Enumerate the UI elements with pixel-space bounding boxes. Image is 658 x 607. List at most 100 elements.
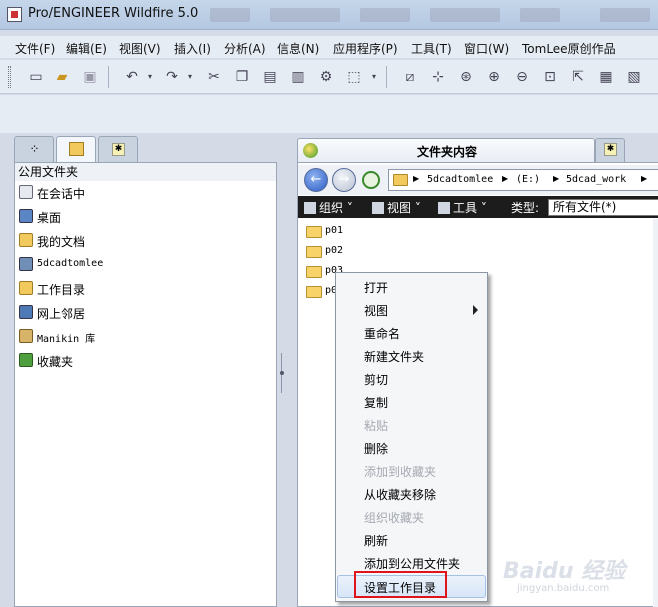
- chevron-right-icon[interactable]: ▶: [641, 174, 647, 183]
- chevron-down-icon[interactable]: ▾: [366, 69, 382, 85]
- network-icon: [19, 305, 33, 319]
- favorites-icon: [19, 353, 33, 367]
- organize-icon: [304, 202, 316, 214]
- datum-icon[interactable]: ⊹: [430, 69, 446, 85]
- undo-icon[interactable]: ↶: [124, 69, 140, 85]
- zoom-out-icon[interactable]: ⊖: [514, 69, 530, 85]
- menu-tools[interactable]: 工具(T): [411, 40, 452, 57]
- refit-icon[interactable]: ⊡: [542, 69, 558, 85]
- toolbar-band: [0, 95, 658, 133]
- menu-bar: 文件(F) 编辑(E) 视图(V) 插入(I) 分析(A) 信息(N) 应用程序…: [0, 36, 658, 58]
- regenerate-icon[interactable]: ⚙: [318, 69, 334, 85]
- tab-model-tree[interactable]: ⁘: [14, 136, 54, 162]
- menu-item-label: 删除: [364, 442, 389, 456]
- paste-icon[interactable]: ▤: [262, 69, 278, 85]
- tree-item-label: 工作目录: [37, 283, 86, 297]
- menu-item-copy[interactable]: 复制: [337, 390, 486, 413]
- submenu-arrow-icon: [473, 305, 478, 315]
- navigator-panel: ⁘ ✱ 公用文件夹 在会话中 桌面 我的文档 5dcadtomlee 工作目录 …: [0, 133, 277, 607]
- refresh-icon[interactable]: [362, 171, 380, 189]
- menu-item-new-folder[interactable]: 新建文件夹: [337, 344, 486, 367]
- blurred-area: [600, 8, 650, 22]
- menu-file[interactable]: 文件(F): [15, 40, 55, 57]
- folder-tree: 公用文件夹 在会话中 桌面 我的文档 5dcadtomlee 工作目录 网上邻居…: [14, 162, 277, 607]
- cut-icon[interactable]: ✂: [206, 69, 222, 85]
- tree-item-label: 我的文档: [37, 235, 86, 249]
- chevron-right-icon[interactable]: ▶: [502, 174, 508, 183]
- address-field[interactable]: ▶ 5dcadtomlee ▶ (E:) ▶ 5dcad_work ▶: [388, 169, 658, 191]
- arrow-right-icon: →: [338, 172, 350, 187]
- view-menu[interactable]: 视图 ˅: [372, 199, 421, 216]
- blurred-area: [270, 8, 340, 22]
- proe-app-icon: [7, 7, 22, 22]
- breadcrumb-computer[interactable]: 5dcadtomlee: [427, 174, 493, 185]
- menu-applications[interactable]: 应用程序(P): [333, 40, 398, 57]
- spin-icon[interactable]: ⊛: [458, 69, 474, 85]
- menu-view[interactable]: 视图(V): [119, 40, 161, 57]
- context-menu: 打开 视图 重命名 新建文件夹 剪切 复制 粘贴 删除 添加到收藏夹 从收藏夹移…: [335, 272, 488, 602]
- menu-tomlee[interactable]: TomLee原创作品: [522, 40, 616, 57]
- chevron-right-icon[interactable]: ▶: [413, 174, 419, 183]
- tab-favorites[interactable]: ✱: [98, 136, 138, 162]
- new-file-icon[interactable]: ▭: [28, 69, 44, 85]
- orient-icon[interactable]: ⇱: [570, 69, 586, 85]
- menu-item-delete[interactable]: 删除: [337, 436, 486, 459]
- tab-folder-browser[interactable]: [56, 136, 96, 163]
- folder-browser-icon: [69, 142, 84, 156]
- display-style-icon[interactable]: ▧: [626, 69, 642, 85]
- paste-special-icon[interactable]: ▥: [290, 69, 306, 85]
- breadcrumb-work-folder[interactable]: 5dcad_work: [566, 174, 626, 185]
- chevron-down-icon[interactable]: ▾: [182, 69, 198, 85]
- folder-icon: [306, 266, 322, 278]
- back-button[interactable]: ←: [304, 168, 328, 192]
- menu-analysis[interactable]: 分析(A): [224, 40, 266, 57]
- chevron-right-icon[interactable]: ▶: [553, 174, 559, 183]
- watermark: Baidu 经验 jingyan.baidu.com: [503, 553, 653, 601]
- splitter-handle-icon[interactable]: [280, 371, 284, 375]
- watermark-logo: Baidu 经验: [503, 559, 626, 584]
- sketch-icon[interactable]: ⧄: [402, 69, 418, 85]
- open-folder-icon[interactable]: ▰: [54, 69, 70, 85]
- redo-icon[interactable]: ↷: [164, 69, 180, 85]
- menu-edit[interactable]: 编辑(E): [66, 40, 107, 57]
- panel-splitter[interactable]: [277, 133, 287, 607]
- breadcrumb-drive[interactable]: (E:): [516, 174, 540, 185]
- forward-button[interactable]: →: [332, 168, 356, 192]
- title-bar: Pro/ENGINEER Wildfire 5.0: [0, 0, 658, 30]
- select-box-icon[interactable]: ⬚: [346, 69, 362, 85]
- chevron-down-icon[interactable]: ▾: [142, 69, 158, 85]
- tab-folder-contents[interactable]: 文件夹内容: [297, 138, 595, 162]
- menu-insert[interactable]: 插入(I): [174, 40, 211, 57]
- view-icon: [372, 202, 384, 214]
- organize-menu[interactable]: 组织 ˅: [304, 199, 353, 216]
- menu-info[interactable]: 信息(N): [277, 40, 319, 57]
- window-title: Pro/ENGINEER Wildfire 5.0: [28, 6, 199, 21]
- file-type-select[interactable]: 所有文件(*): [548, 199, 658, 216]
- menu-item-refresh[interactable]: 刷新: [337, 528, 486, 551]
- menu-window[interactable]: 窗口(W): [464, 40, 509, 57]
- tools-menu[interactable]: 工具 ˅: [438, 199, 487, 216]
- menu-item-view[interactable]: 视图: [337, 298, 486, 321]
- folder-icon: [306, 286, 322, 298]
- main-toolbar: ▭ ▰ ▣ ↶ ▾ ↷ ▾ ✂ ❐ ▤ ▥ ⚙ ⬚ ▾ ⧄ ⊹ ⊛ ⊕ ⊖ ⊡ …: [0, 60, 658, 94]
- highlight-annotation-box: [354, 571, 447, 598]
- save-icon[interactable]: ▣: [82, 69, 98, 85]
- menu-item-label: 从收藏夹移除: [364, 488, 437, 502]
- folder-icon: [306, 246, 322, 258]
- view-manager-icon[interactable]: ▦: [598, 69, 614, 85]
- menu-item-cut[interactable]: 剪切: [337, 367, 486, 390]
- menu-item-rename[interactable]: 重命名: [337, 321, 486, 344]
- tab-new-browser[interactable]: ✱: [595, 138, 625, 162]
- toolbar-grip[interactable]: [8, 66, 11, 88]
- menu-item-label: 粘贴: [364, 419, 389, 433]
- vertical-scrollbar[interactable]: [653, 219, 658, 607]
- type-label: 类型:: [511, 201, 540, 215]
- blurred-area: [520, 8, 560, 22]
- tree-item-label: Manikin 库: [37, 334, 96, 345]
- zoom-in-icon[interactable]: ⊕: [486, 69, 502, 85]
- copy-icon[interactable]: ❐: [234, 69, 250, 85]
- menu-item-label: 组织收藏夹: [364, 511, 425, 525]
- view-label: 视图: [387, 201, 412, 215]
- menu-item-open[interactable]: 打开: [337, 275, 486, 298]
- menu-item-remove-from-favorites[interactable]: 从收藏夹移除: [337, 482, 486, 505]
